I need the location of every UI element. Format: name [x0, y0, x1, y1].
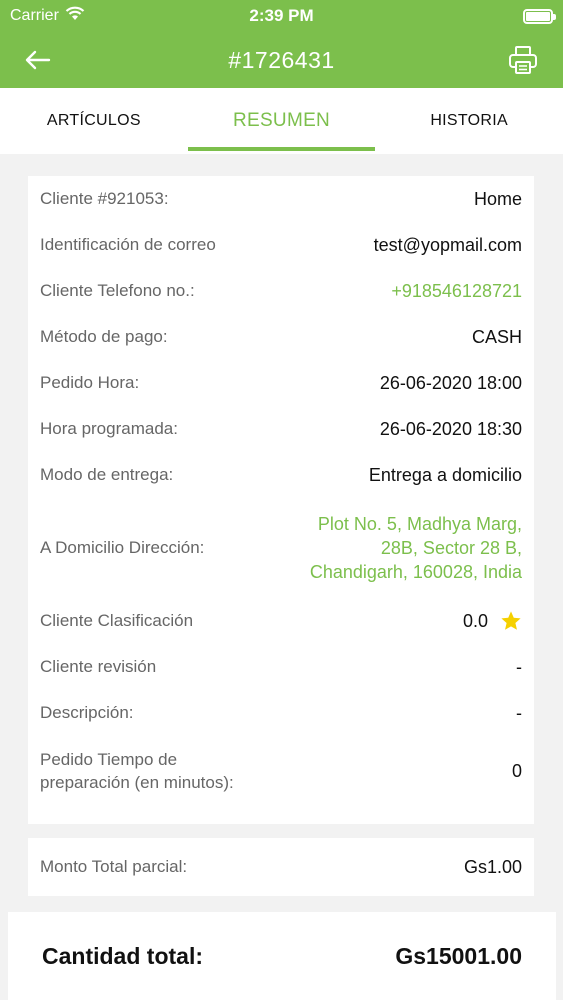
- description-value: -: [516, 702, 522, 723]
- phone-row: Cliente Telefono no.: +918546128721: [40, 268, 522, 314]
- delivery-mode-value: Entrega a domicilio: [368, 464, 522, 485]
- description-row: Descripción: -: [40, 690, 522, 736]
- subtotal-label: Monto Total parcial:: [40, 857, 188, 876]
- client-label: Cliente #921053:: [40, 189, 169, 208]
- battery-icon: [523, 8, 556, 24]
- prep-time-label: Pedido Tiempo de preparación (en minutos…: [40, 748, 234, 794]
- order-summary-card: Cliente #921053: Home Identificación de …: [28, 176, 534, 824]
- address-row: A Domicilio Dirección: Plot No. 5, Madhy…: [40, 498, 522, 598]
- payment-label: Método de pago:: [40, 327, 168, 346]
- scheduled-time-label: Hora programada:: [40, 419, 178, 438]
- scheduled-time-row: Hora programada: 26-06-2020 18:30: [40, 406, 522, 452]
- prep-time-value: 0: [511, 760, 522, 781]
- rating-row: Cliente Clasificación 0.0: [40, 598, 522, 644]
- total-card: Cantidad total: Gs15001.00: [8, 912, 556, 1000]
- wifi-icon: [65, 6, 85, 26]
- order-time-label: Pedido Hora:: [40, 373, 140, 392]
- client-value: Home: [473, 188, 522, 209]
- printer-icon: [509, 46, 537, 74]
- delivery-mode-label: Modo de entrega:: [40, 465, 174, 484]
- email-value: test@yopmail.com: [373, 234, 522, 255]
- prep-time-row: Pedido Tiempo de preparación (en minutos…: [40, 736, 522, 806]
- carrier-label: Carrier: [10, 7, 59, 24]
- tab-resumen[interactable]: RESUMEN: [187, 88, 376, 154]
- total-value: Gs15001.00: [395, 942, 522, 969]
- order-time-row: Pedido Hora: 26-06-2020 18:00: [40, 360, 522, 406]
- prep-time-label-line1: Pedido Tiempo de: [40, 750, 178, 769]
- email-label: Identificación de correo: [40, 235, 216, 254]
- email-row: Identificación de correo test@yopmail.co…: [40, 222, 522, 268]
- review-label: Cliente revisión: [40, 657, 157, 676]
- review-row: Cliente revisión -: [40, 644, 522, 690]
- address-label: A Domicilio Dirección:: [40, 538, 205, 557]
- total-label: Cantidad total:: [42, 942, 203, 969]
- rating-label: Cliente Clasificación: [40, 611, 194, 630]
- delivery-mode-row: Modo de entrega: Entrega a domicilio: [40, 452, 522, 498]
- prep-time-label-line2: preparación (en minutos):: [40, 773, 234, 792]
- client-row: Cliente #921053: Home: [40, 176, 522, 222]
- phone-label: Cliente Telefono no.:: [40, 281, 195, 300]
- phone-link[interactable]: +918546128721: [391, 281, 522, 302]
- status-bar: Carrier 2:39 PM: [0, 0, 563, 32]
- rating-value-group: 0.0: [463, 610, 522, 632]
- subtotal-card: Monto Total parcial: Gs1.00: [28, 838, 534, 896]
- arrow-left-icon: [25, 50, 51, 70]
- order-time-value: 26-06-2020 18:00: [379, 372, 522, 393]
- payment-row: Método de pago: CASH: [40, 314, 522, 360]
- status-left: Carrier: [10, 6, 85, 26]
- subtotal-value: Gs1.00: [463, 856, 522, 877]
- description-label: Descripción:: [40, 703, 134, 722]
- tab-historia[interactable]: HISTORIA: [375, 88, 563, 154]
- address-link[interactable]: Plot No. 5, Madhya Marg, 28B, Sector 28 …: [302, 512, 522, 584]
- payment-value: CASH: [471, 326, 522, 347]
- tab-articulos[interactable]: ARTÍCULOS: [0, 88, 188, 154]
- tab-bar: ARTÍCULOS RESUMEN HISTORIA: [0, 88, 563, 154]
- star-icon: [501, 611, 521, 630]
- review-value: -: [516, 656, 522, 677]
- print-button[interactable]: [505, 42, 541, 78]
- order-number-title: #1726431: [228, 46, 335, 73]
- scheduled-time-value: 26-06-2020 18:30: [379, 418, 522, 439]
- back-button[interactable]: [22, 44, 54, 76]
- app-header: #1726431: [0, 32, 563, 88]
- rating-value: 0.0: [462, 610, 488, 631]
